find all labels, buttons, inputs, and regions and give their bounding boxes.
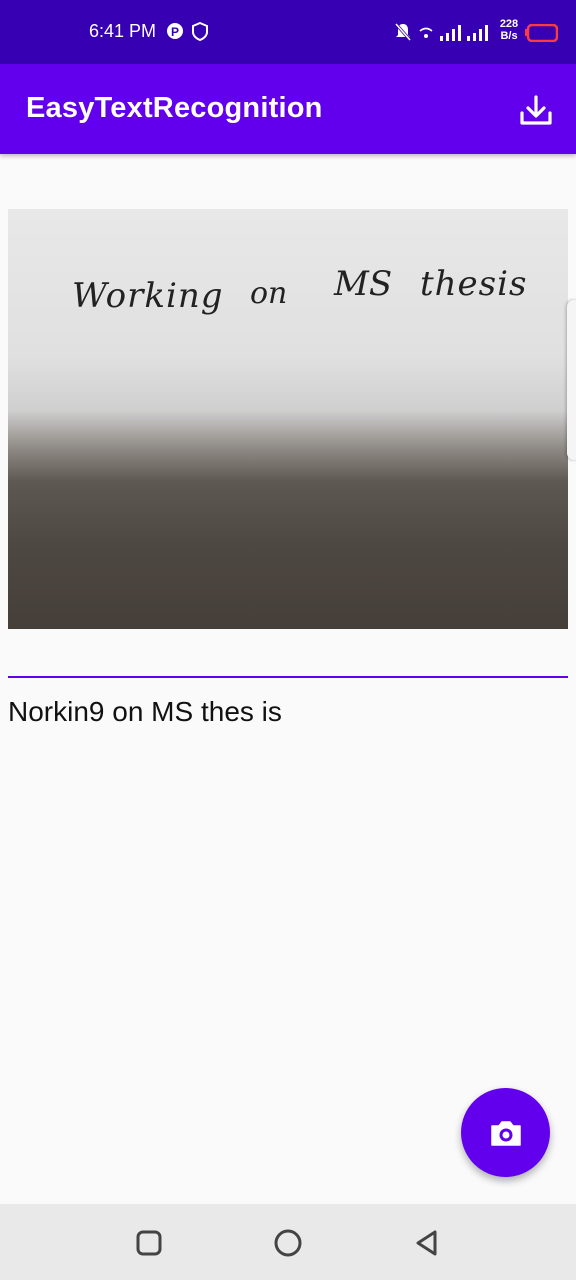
- back-button[interactable]: [410, 1226, 444, 1260]
- signal-icon: [467, 24, 491, 47]
- navigation-bar: [0, 1204, 576, 1280]
- battery-icon: [524, 23, 559, 47]
- home-icon: [274, 1229, 302, 1257]
- recents-icon: [136, 1230, 162, 1256]
- bell-off-icon: [394, 22, 412, 47]
- p-app-icon: P: [166, 22, 184, 47]
- app-title: EasyTextRecognition: [26, 92, 323, 124]
- home-button[interactable]: [271, 1226, 305, 1260]
- back-icon: [416, 1230, 437, 1256]
- status-bar: 6:41 PM P 228 B/s: [0, 0, 576, 64]
- speed-value: 228: [499, 18, 519, 30]
- svg-text:P: P: [171, 25, 179, 39]
- shield-icon: [192, 21, 208, 47]
- handwriting-word: Working: [72, 276, 224, 316]
- recognized-text: Norkin9 on MS thes is: [8, 696, 282, 727]
- camera-icon: [491, 1121, 521, 1146]
- signal-icon: [440, 24, 464, 47]
- handwriting-word: MS: [333, 264, 392, 304]
- camera-button[interactable]: [461, 1088, 550, 1177]
- network-speed: 228 B/s: [495, 18, 523, 42]
- app-bar: EasyTextRecognition: [0, 64, 576, 154]
- handwriting-word: on: [250, 276, 287, 311]
- captured-image: Working on MS thesis: [8, 209, 568, 629]
- status-time: 6:41 PM: [89, 21, 157, 41]
- wifi-icon: [419, 26, 433, 45]
- side-panel-handle[interactable]: [567, 300, 576, 460]
- speed-unit: B/s: [500, 30, 518, 42]
- download-button[interactable]: [516, 91, 556, 131]
- handwriting-word: thesis: [420, 264, 527, 304]
- recents-button[interactable]: [132, 1226, 166, 1260]
- result-text-field[interactable]: Norkin9 on MS thes is: [8, 676, 568, 738]
- download-icon: [520, 95, 552, 125]
